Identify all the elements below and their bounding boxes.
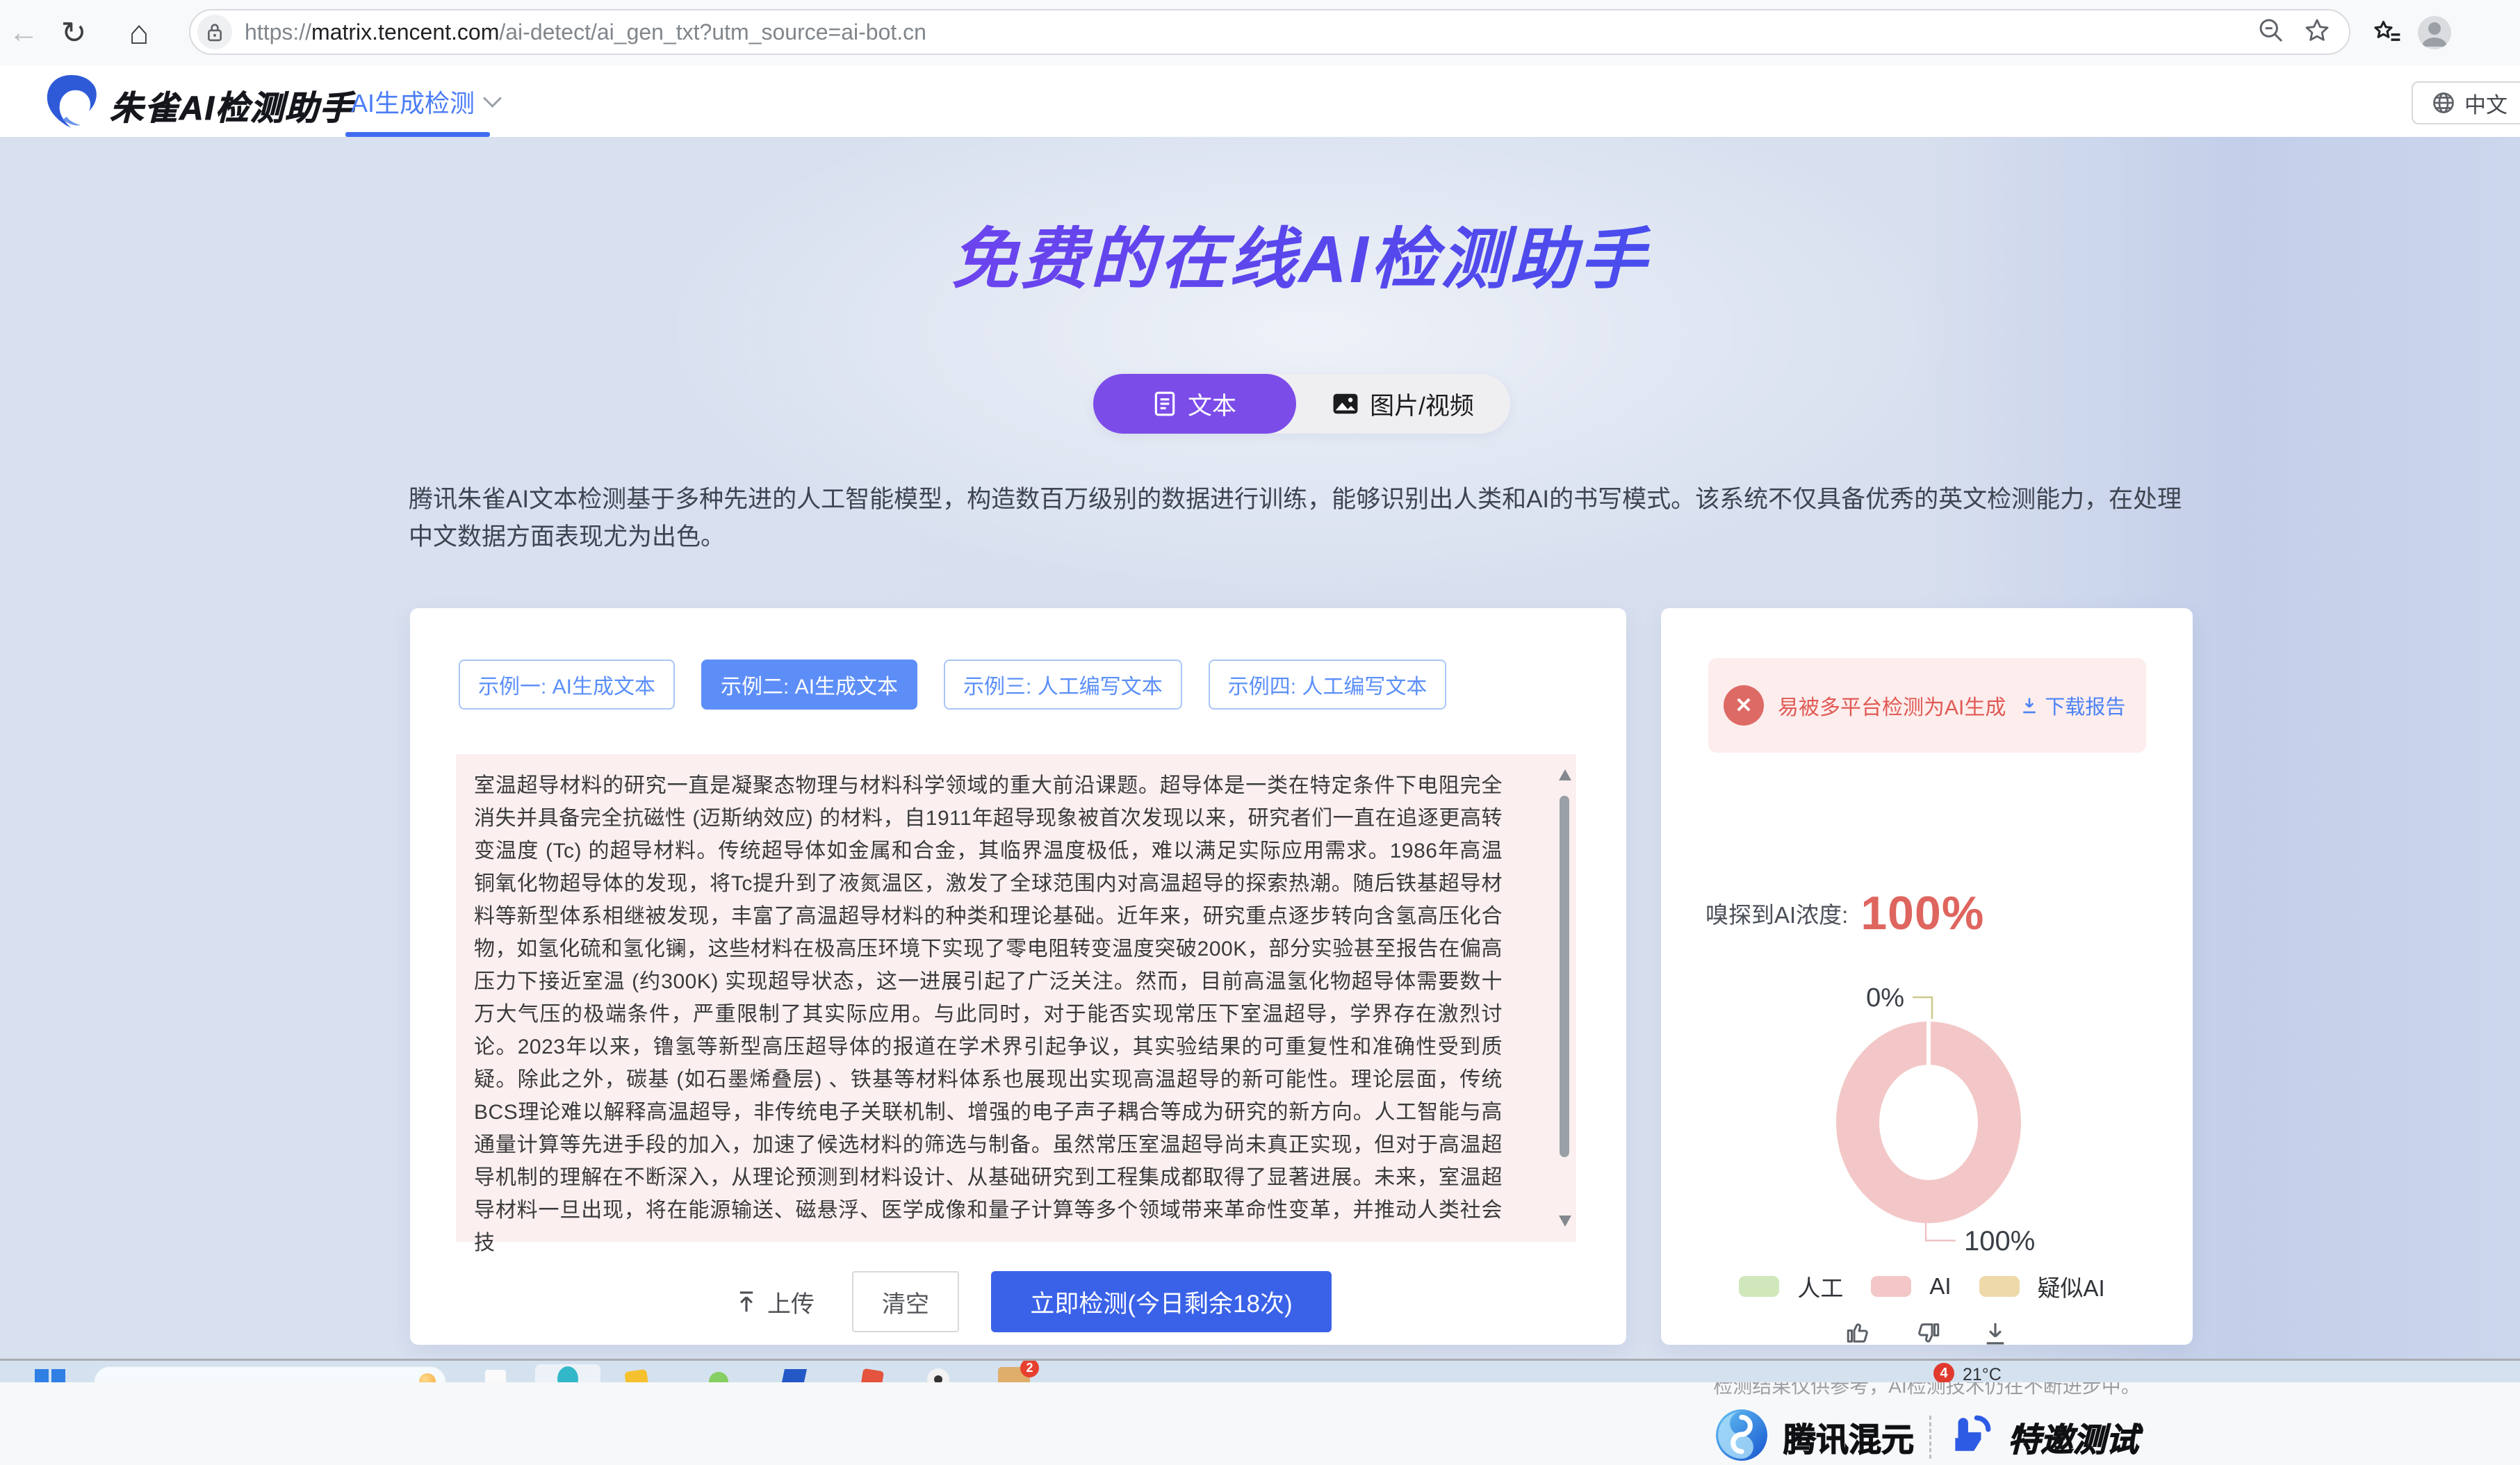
site-header: 朱雀AI检测助手 AI生成检测 中文 [0, 65, 2520, 138]
hunyuan-brand-label: 腾讯混元 [1783, 1413, 1914, 1461]
taskbar-app-icon[interactable] [927, 1368, 949, 1382]
tab-text[interactable]: 文本 [1093, 374, 1296, 434]
folder-notification-badge: 2 [1020, 1359, 1039, 1377]
tab-image-video[interactable]: 图片/视频 [1296, 374, 1510, 434]
download-result-button[interactable] [1981, 1318, 2010, 1351]
image-icon [1332, 392, 1359, 416]
favorite-star-icon[interactable] [2303, 17, 2331, 48]
taskbar-app-icon[interactable] [709, 1372, 728, 1382]
taskbar-search-box[interactable] [94, 1366, 446, 1382]
taskbar-active-app[interactable] [535, 1364, 600, 1382]
result-card: ✕ 易被多平台检测为AI生成 下载报告 嗅探到AI浓度: 100% 0% 100… [1661, 608, 2193, 1345]
collections-icon[interactable] [2372, 18, 2403, 52]
browser-toolbar: ← ↻ ⌂ https://matrix.tencent.com/ai-dete… [0, 0, 2520, 67]
text-detect-card: 示例一: AI生成文本 示例二: AI生成文本 示例三: 人工编写文本 示例四:… [410, 608, 1626, 1345]
chart-legend: 人工 AI 疑似AI [1661, 1270, 2193, 1303]
brand-footer: 腾讯混元 特邀测试 [1661, 1409, 2193, 1465]
ai-concentration-value: 100% [1860, 886, 1984, 940]
notification-badge: 4 [1933, 1363, 1954, 1382]
tab-text-label: 文本 [1188, 386, 1236, 422]
tab-media-label: 图片/视频 [1370, 386, 1474, 422]
donut-label-hundred: 100% [1964, 1226, 2035, 1257]
legend-swatch-suspect [1979, 1276, 2020, 1297]
taskbar-app-icon[interactable] [780, 1369, 807, 1382]
nav-active-underline [345, 132, 490, 137]
nav-ai-detect-label: AI生成检测 [351, 83, 475, 120]
example-tab-4[interactable]: 示例四: 人工编写文本 [1209, 660, 1447, 710]
ai-concentration-label: 嗅探到AI浓度: [1705, 897, 1848, 930]
chevron-down-icon [483, 89, 502, 108]
ai-alert-banner: ✕ 易被多平台检测为AI生成 下载报告 [1708, 658, 2146, 753]
donut-label-zero: 0% [1866, 983, 1904, 1013]
example-tab-1[interactable]: 示例一: AI生成文本 [459, 660, 675, 710]
example-tab-2[interactable]: 示例二: AI生成文本 [701, 660, 917, 710]
search-accent-icon [419, 1373, 436, 1382]
taskbar-app-icon[interactable] [860, 1368, 884, 1382]
taskbar-app-icon[interactable] [624, 1369, 649, 1382]
feedback-row [1661, 1318, 2193, 1351]
upload-icon [735, 1290, 758, 1313]
document-icon [1153, 391, 1177, 417]
scroll-down-icon[interactable] [1559, 1216, 1571, 1227]
alert-text: 易被多平台检测为AI生成 [1778, 690, 2006, 721]
ai-concentration: 嗅探到AI浓度: 100% [1705, 886, 1984, 940]
upload-button[interactable]: 上传 [735, 1270, 815, 1334]
lock-icon[interactable] [197, 15, 232, 49]
error-x-icon: ✕ [1724, 685, 1764, 726]
scrollbar-thumb[interactable] [1560, 796, 1569, 1157]
language-label: 中文 [2464, 88, 2507, 119]
brand-divider [1929, 1416, 1931, 1459]
windows-taskbar: 2 4 21°C [0, 1359, 2520, 1382]
download-report-label: 下载报告 [2045, 691, 2125, 720]
upload-label: 上传 [767, 1285, 815, 1319]
mode-tabs: 文本 图片/视频 [1093, 374, 1510, 434]
brand-title: 朱雀AI检测助手 [110, 81, 354, 129]
page-title: 免费的在线AI检测助手 [409, 205, 2191, 302]
back-icon[interactable]: ← [1, 0, 46, 65]
address-bar[interactable]: https://matrix.tencent.com/ai-detect/ai_… [189, 9, 2350, 55]
home-icon[interactable]: ⌂ [117, 0, 161, 65]
profile-avatar[interactable] [2418, 16, 2451, 49]
download-report-link[interactable]: 下载报告 [2020, 691, 2125, 720]
input-textarea[interactable]: 室温超导材料的研究一直是凝聚态物理与材料科学领域的重大前沿课题。超导体是一类在特… [456, 754, 1576, 1242]
app-icon [557, 1366, 578, 1382]
input-text: 室温超导材料的研究一直是凝聚态物理与材料科学领域的重大前沿课题。超导体是一类在特… [474, 769, 1503, 1259]
invite-hand-icon [1947, 1412, 1993, 1462]
start-button[interactable] [35, 1369, 65, 1382]
hunyuan-logo-icon [1715, 1409, 1768, 1465]
legend-swatch-human [1739, 1276, 1779, 1297]
refresh-icon[interactable]: ↻ [51, 0, 96, 65]
example-tabs: 示例一: AI生成文本 示例二: AI生成文本 示例三: 人工编写文本 示例四:… [459, 660, 1446, 710]
legend-swatch-ai [1871, 1276, 1911, 1297]
intro-description: 腾讯朱雀AI文本检测基于多种先进的人工智能模型，构造数百万级别的数据进行训练，能… [409, 481, 2205, 556]
example-tab-3[interactable]: 示例三: 人工编写文本 [944, 660, 1182, 710]
globe-icon [2431, 90, 2456, 115]
page-background: 免费的在线AI检测助手 文本 图片/视频 腾讯朱雀AI文本检测基于多种先进的人工… [0, 137, 2520, 1359]
detect-button[interactable]: 立即检测(今日剩余18次) [991, 1271, 1332, 1332]
language-switcher[interactable]: 中文 [2412, 81, 2520, 124]
zoom-out-icon[interactable] [2257, 17, 2285, 48]
ai-ratio-donut-chart: 0% 100% [1661, 974, 2193, 1266]
url-text: https://matrix.tencent.com/ai-detect/ai_… [245, 19, 926, 45]
nav-ai-detect[interactable]: AI生成检测 [351, 65, 499, 137]
invite-brand-label: 特邀测试 [2008, 1413, 2138, 1461]
editor-actions: 上传 清空 立即检测(今日剩余18次) [410, 1270, 1626, 1334]
taskbar-app-icon[interactable] [485, 1370, 506, 1382]
legend-label-human: 人工 [1797, 1270, 1843, 1303]
thumbs-up-button[interactable] [1844, 1318, 1874, 1351]
download-icon [2020, 696, 2039, 715]
weather-temperature[interactable]: 21°C [1963, 1365, 2002, 1382]
clear-button[interactable]: 清空 [852, 1271, 959, 1332]
zhuque-logo-icon [43, 72, 99, 134]
legend-label-suspect: 疑似AI [2038, 1270, 2105, 1303]
thumbs-down-button[interactable] [1913, 1318, 1942, 1351]
textarea-scrollbar[interactable] [1557, 754, 1572, 1242]
legend-label-ai: AI [1929, 1273, 1951, 1300]
scroll-up-icon[interactable] [1559, 769, 1571, 780]
